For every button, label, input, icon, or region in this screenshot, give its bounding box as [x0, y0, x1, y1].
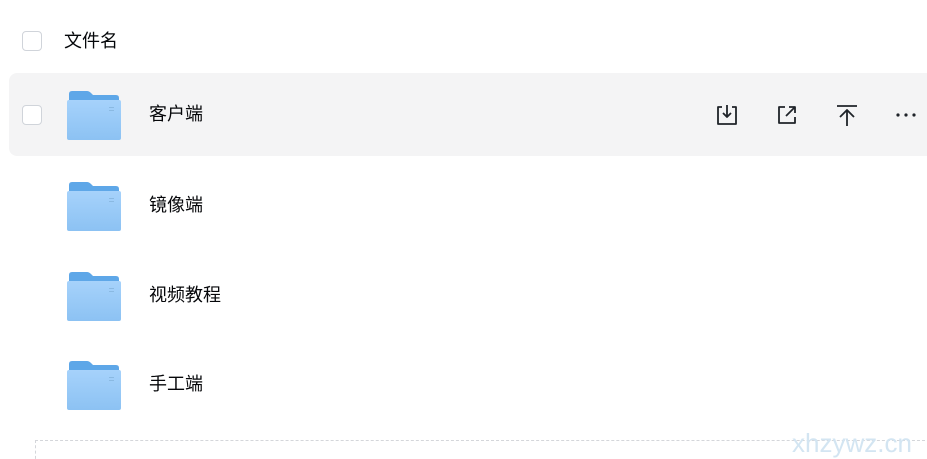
file-name[interactable]: 手工端 — [149, 373, 203, 397]
file-row[interactable]: 视频教程 — [9, 254, 927, 337]
pin-top-icon[interactable] — [833, 101, 861, 129]
folder-icon — [67, 361, 121, 410]
share-icon[interactable] — [773, 101, 801, 129]
folder-icon — [67, 182, 121, 231]
file-row[interactable]: 手工端 — [9, 343, 927, 426]
file-list-page: 文件名 客户端 镜像端 视频教程 手工端 xhzywz.cn — [0, 0, 927, 459]
folder-icon — [67, 91, 121, 140]
watermark: xhzywz.cn — [792, 428, 912, 458]
folder-icon — [67, 272, 121, 321]
filename-column-header[interactable]: 文件名 — [64, 31, 118, 53]
file-name[interactable]: 客户端 — [149, 103, 203, 127]
select-all-checkbox[interactable] — [22, 31, 42, 51]
file-name[interactable]: 镜像端 — [149, 194, 203, 218]
file-row[interactable]: 客户端 — [9, 73, 927, 156]
file-list-header: 文件名 — [0, 22, 927, 62]
file-name[interactable]: 视频教程 — [149, 284, 221, 308]
file-row[interactable]: 镜像端 — [9, 164, 927, 247]
download-icon[interactable] — [713, 101, 741, 129]
more-icon[interactable] — [893, 101, 921, 129]
row-checkbox[interactable] — [22, 105, 42, 125]
